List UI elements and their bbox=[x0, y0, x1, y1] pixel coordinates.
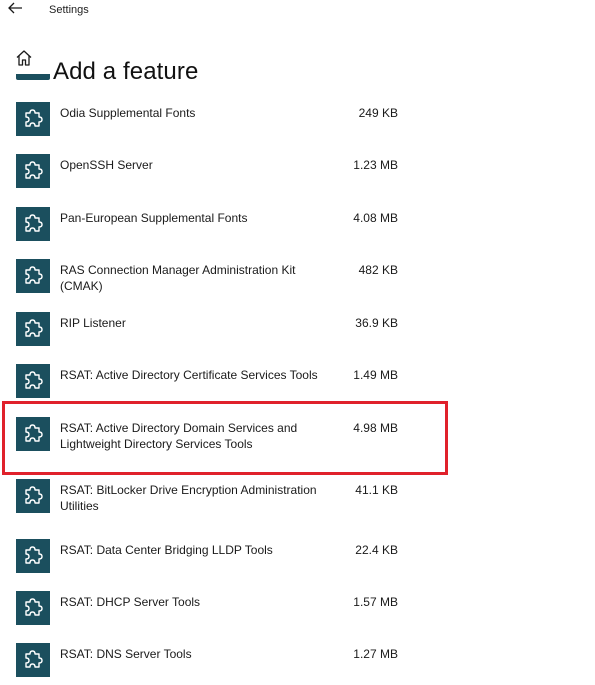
back-button[interactable] bbox=[6, 1, 26, 17]
feature-size: 482 KB bbox=[358, 263, 398, 277]
feature-item-rsat-dns[interactable]: RSAT: DNS Server Tools 1.27 MB bbox=[0, 643, 595, 685]
feature-name: Odia Supplemental Fonts bbox=[60, 106, 196, 120]
feature-name: RSAT: DHCP Server Tools bbox=[60, 595, 201, 609]
feature-name: OpenSSH Server bbox=[60, 158, 153, 172]
feature-item-rsat-bitlocker[interactable]: RSAT: BitLocker Drive Encryption Adminis… bbox=[0, 479, 595, 527]
title-bar: Settings bbox=[0, 0, 595, 22]
feature-name: RAS Connection Manager Administration Ki… bbox=[60, 263, 296, 293]
feature-item-rsat-dcb-lldp[interactable]: RSAT: Data Center Bridging LLDP Tools 22… bbox=[0, 539, 595, 587]
puzzle-piece-icon bbox=[16, 364, 50, 398]
feature-size: 22.4 KB bbox=[355, 543, 398, 557]
feature-size: 36.9 KB bbox=[355, 316, 398, 330]
feature-size: 249 KB bbox=[358, 106, 398, 120]
feature-size: 41.1 KB bbox=[355, 483, 398, 497]
puzzle-piece-icon bbox=[16, 207, 50, 241]
feature-name: RIP Listener bbox=[60, 316, 126, 330]
feature-item-rsat-ad-domain-services[interactable]: RSAT: Active Directory Domain Services a… bbox=[0, 417, 595, 465]
feature-name: RSAT: Data Center Bridging LLDP Tools bbox=[60, 543, 273, 557]
home-button[interactable] bbox=[14, 48, 34, 68]
feature-size: 4.98 MB bbox=[353, 421, 398, 435]
puzzle-piece-icon bbox=[16, 643, 50, 677]
puzzle-piece-icon bbox=[16, 417, 50, 451]
puzzle-piece-icon bbox=[16, 539, 50, 573]
home-icon bbox=[16, 50, 32, 66]
window-title: Settings bbox=[49, 4, 89, 16]
puzzle-piece-icon bbox=[16, 102, 50, 136]
back-arrow-icon bbox=[8, 2, 22, 14]
feature-size: 4.08 MB bbox=[353, 211, 398, 225]
feature-item-rsat-dhcp[interactable]: RSAT: DHCP Server Tools 1.57 MB bbox=[0, 591, 595, 639]
feature-name: RSAT: Active Directory Certificate Servi… bbox=[60, 368, 318, 382]
page-header: Add a feature bbox=[0, 40, 595, 85]
puzzle-piece-icon bbox=[16, 479, 50, 513]
feature-item-pan-european-fonts[interactable]: Pan-European Supplemental Fonts 4.08 MB bbox=[0, 207, 595, 255]
puzzle-piece-icon bbox=[16, 591, 50, 625]
feature-size: 1.49 MB bbox=[353, 368, 398, 382]
feature-size: 1.23 MB bbox=[353, 158, 398, 172]
feature-item-ras-cmak[interactable]: RAS Connection Manager Administration Ki… bbox=[0, 259, 595, 307]
feature-list[interactable]: Odia Supplemental Fonts 249 KB OpenSSH S… bbox=[0, 74, 595, 685]
feature-item-rsat-ad-certificate[interactable]: RSAT: Active Directory Certificate Servi… bbox=[0, 364, 595, 412]
feature-name: Pan-European Supplemental Fonts bbox=[60, 211, 248, 225]
feature-name: RSAT: DNS Server Tools bbox=[60, 647, 192, 661]
puzzle-piece-icon bbox=[16, 312, 50, 346]
feature-icon-tile-partial bbox=[16, 74, 50, 80]
feature-item-odia-fonts[interactable]: Odia Supplemental Fonts 249 KB bbox=[0, 102, 595, 150]
feature-size: 1.27 MB bbox=[353, 647, 398, 661]
feature-name: RSAT: Active Directory Domain Services a… bbox=[60, 421, 298, 451]
feature-item-openssh-server[interactable]: OpenSSH Server 1.23 MB bbox=[0, 154, 595, 202]
feature-item-rip-listener[interactable]: RIP Listener 36.9 KB bbox=[0, 312, 595, 360]
feature-size: 1.57 MB bbox=[353, 595, 398, 609]
puzzle-piece-icon bbox=[16, 259, 50, 293]
feature-name: RSAT: BitLocker Drive Encryption Adminis… bbox=[60, 483, 317, 513]
puzzle-piece-icon bbox=[16, 154, 50, 188]
